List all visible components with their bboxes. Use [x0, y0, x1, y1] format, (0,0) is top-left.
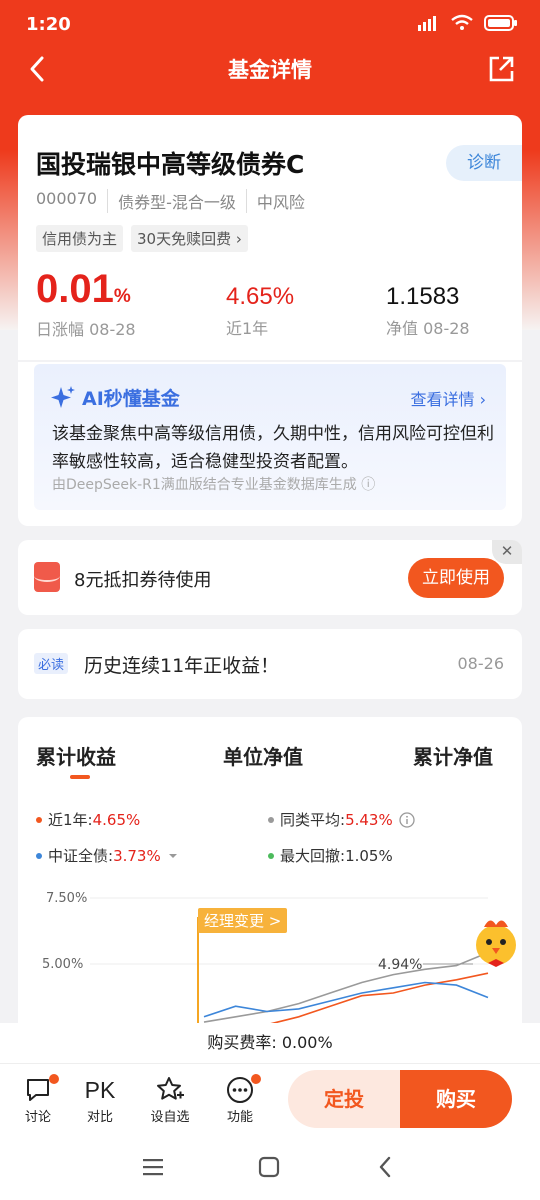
ai-summary-card: AI秒懂基金 查看详情 › 该基金聚焦中高等级信用债，久期中性，信用风险可控但利…	[18, 362, 522, 526]
page-title: 基金详情	[228, 58, 312, 82]
news-date: 08-26	[457, 654, 505, 673]
daily-change-value: 0.01%	[36, 267, 131, 311]
manager-change-label[interactable]: 经理变更 >	[198, 908, 288, 933]
daily-change-label: 日涨幅 08-28	[36, 320, 136, 339]
nav-bar: 基金详情	[0, 50, 540, 90]
system-navigation-bar	[0, 1135, 540, 1200]
diagnose-button[interactable]: 诊断	[446, 145, 522, 181]
ai-summary-panel[interactable]: AI秒懂基金 查看详情 › 该基金聚焦中高等级信用债，久期中性，信用风险可控但利…	[34, 364, 506, 510]
series-line-1	[203, 951, 489, 1023]
tag-redemption-fee[interactable]: 30天免赎回费 ›	[131, 225, 248, 252]
mascot-icon[interactable]	[470, 915, 522, 971]
bottom-action-bar: 讨论 PK 对比 设自选 功能 定投 购买	[0, 1063, 540, 1135]
performance-chart-card: 累计收益 单位净值 累计净值 近1年: 4.65% 同类平均: 5.43% 中证…	[18, 717, 522, 1047]
chart-point-label: 4.94%	[378, 957, 423, 973]
fund-type: 债券型-混合一级	[107, 189, 246, 213]
battery-icon	[484, 15, 517, 31]
ai-title: AI秒懂基金	[50, 384, 180, 411]
discuss-label: 讨论	[24, 1110, 51, 1125]
status-time: 1:20	[26, 14, 71, 35]
ai-view-details-link[interactable]: 查看详情 ›	[411, 386, 487, 410]
ai-source-note: 由DeepSeek-R1满血版结合专业基金数据库生成 ⓘ	[52, 477, 376, 493]
series-line-0	[204, 972, 489, 1029]
nav-stat: 1.1583 净值 08-28	[386, 267, 470, 339]
pk-icon: PK	[84, 1076, 116, 1103]
fund-name: 国投瑞银中高等级债券C	[36, 150, 305, 179]
wifi-icon	[451, 14, 473, 30]
status-icons	[416, 14, 518, 32]
tag-credit-bond[interactable]: 信用债为主	[36, 225, 124, 252]
fund-code: 000070	[36, 189, 98, 208]
functions-label: 功能	[226, 1110, 253, 1125]
year-return-value: 4.65%	[226, 283, 295, 310]
compare-label: 对比	[86, 1110, 113, 1125]
must-read-badge: 必读	[34, 653, 69, 674]
nav-label: 净值 08-28	[386, 319, 470, 338]
ai-summary-text: 该基金聚焦中高等级信用债，久期中性，信用风险可控但利率敏感性较高，适合稳健型投资…	[52, 424, 494, 472]
chat-bubble-icon	[27, 1079, 49, 1101]
coupon-card: 8元抵扣券待使用 立即使用 ✕	[18, 540, 522, 615]
home-icon[interactable]	[258, 1156, 280, 1178]
more-icon	[227, 1077, 253, 1103]
nav-value: 1.1583	[386, 283, 460, 310]
red-envelope-icon	[34, 562, 60, 592]
share-icon	[489, 56, 514, 82]
add-watchlist-label: 设自选	[150, 1110, 190, 1125]
auto-invest-button[interactable]: 定投	[288, 1070, 400, 1128]
daily-change-stat: 0.01% 日涨幅 08-28	[36, 267, 136, 340]
status-bar: 1:20	[0, 0, 540, 50]
signal-icon	[418, 16, 436, 31]
menu-icon[interactable]	[142, 1157, 164, 1177]
line-chart[interactable]	[18, 717, 522, 1047]
purchase-fee-bar: 购买费率: 0.00%	[0, 1023, 540, 1063]
fund-risk: 中风险	[245, 189, 315, 213]
year-return-stat: 4.65% 近1年	[226, 267, 294, 339]
share-button[interactable]	[486, 54, 516, 88]
back-nav-icon[interactable]	[376, 1155, 394, 1179]
star-plus-icon	[157, 1077, 184, 1100]
close-icon[interactable]: ✕	[492, 540, 522, 564]
compare-button[interactable]: PK 对比	[75, 1074, 125, 1126]
sparkle-icon	[51, 385, 75, 408]
discuss-button[interactable]: 讨论	[13, 1074, 63, 1125]
fund-tags: 信用债为主 30天免赎回费 ›	[36, 225, 248, 252]
year-return-label: 近1年	[226, 319, 269, 338]
news-card[interactable]: 必读 历史连续11年正收益！ 08-26	[18, 629, 522, 699]
fund-meta: 000070 债券型-混合一级 中风险	[36, 189, 315, 213]
news-headline: 历史连续11年正收益！	[84, 655, 280, 677]
add-watchlist-button[interactable]: 设自选	[145, 1074, 195, 1125]
fund-summary-card: 国投瑞银中高等级债券C 诊断 000070 债券型-混合一级 中风险 信用债为主…	[18, 115, 522, 360]
notification-dot	[251, 1074, 261, 1084]
notification-dot	[49, 1074, 59, 1084]
ai-title-text: AI秒懂基金	[82, 388, 180, 410]
use-coupon-button[interactable]: 立即使用	[408, 558, 504, 598]
buy-button[interactable]: 购买	[400, 1070, 512, 1128]
coupon-text: 8元抵扣券待使用	[74, 570, 212, 591]
functions-button[interactable]: 功能	[215, 1074, 265, 1125]
